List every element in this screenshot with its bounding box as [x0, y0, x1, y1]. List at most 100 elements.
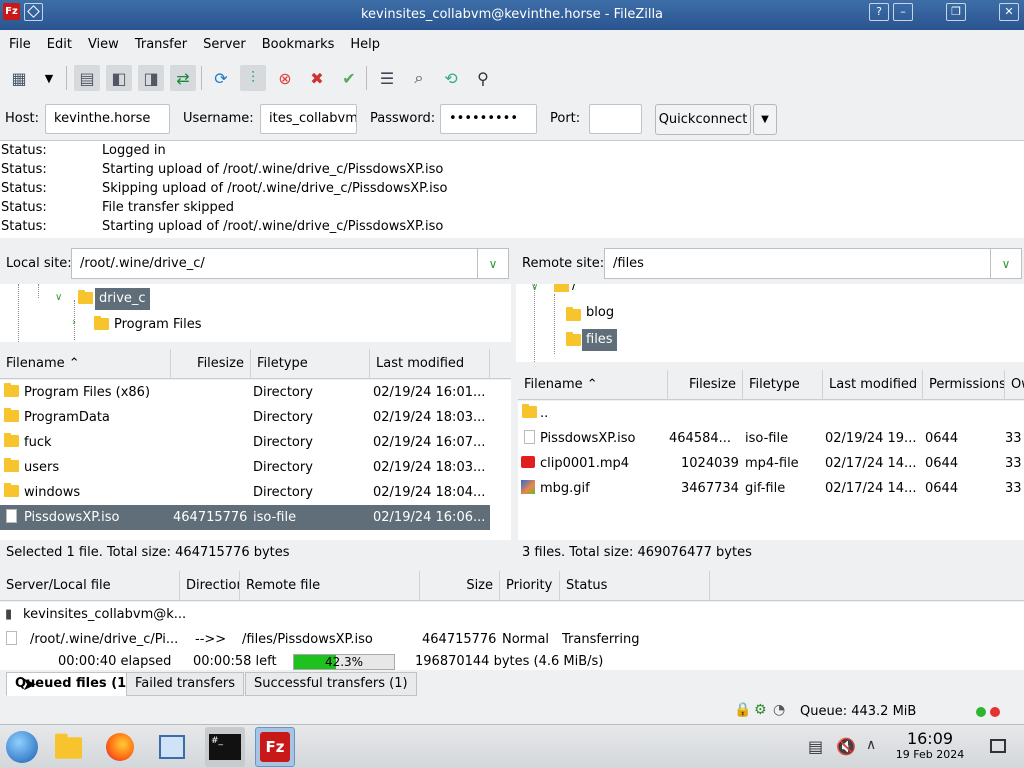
transfer-queue-list[interactable]: ▮ kevinsites_collabvm@k... /root/.wine/dr…: [0, 602, 1024, 670]
username-input[interactable]: ites_collabvm: [260, 104, 357, 134]
directory-filters-icon[interactable]: ☰: [374, 65, 400, 91]
menu-bookmarks[interactable]: Bookmarks: [262, 37, 335, 52]
list-item[interactable]: windows Directory 02/19/24 18:04...: [0, 480, 490, 505]
list-item[interactable]: ..: [518, 401, 1024, 426]
list-item[interactable]: PissdowsXP.iso 464584... iso-file 02/19/24 …: [518, 426, 1024, 451]
local-site-dropdown-icon[interactable]: ∨: [477, 248, 509, 279]
start-button[interactable]: [2, 727, 42, 767]
local-directory-tree[interactable]: ∨ drive_c › Program Files: [0, 284, 511, 342]
menu-server[interactable]: Server: [203, 37, 246, 52]
column-permissions[interactable]: Permissions: [923, 370, 1005, 400]
toggle-local-tree-icon[interactable]: ◧: [106, 65, 132, 91]
list-item[interactable]: clip0001.mp4 1024039 mp4-file 02/17/24 14..…: [518, 451, 1024, 476]
disconnect-icon[interactable]: ✖: [304, 65, 330, 91]
remote-file-list-header: Filename ⌃ Filesize Filetype Last modifi…: [518, 370, 1024, 400]
message-log[interactable]: Status: Logged in Status: Starting upload …: [0, 140, 1024, 238]
process-queue-icon[interactable]: ⫶: [240, 65, 266, 91]
tree-item-program-files[interactable]: Program Files: [114, 317, 202, 332]
tab-failed-transfers[interactable]: Failed transfers: [126, 672, 244, 696]
column-last-modified[interactable]: Last modified: [823, 370, 923, 400]
column-server-local-file[interactable]: Server/Local file: [0, 571, 180, 601]
folder-icon: [4, 380, 19, 405]
toggle-remote-tree-icon[interactable]: ◨: [138, 65, 164, 91]
menu-transfer[interactable]: Transfer: [135, 37, 187, 52]
column-filesize[interactable]: Filesize: [668, 370, 743, 400]
synchronized-browsing-icon[interactable]: ⟲: [438, 65, 464, 91]
speed-limit-icon[interactable]: ⚙: [754, 702, 767, 718]
filezilla-taskbar-icon[interactable]: Fz: [255, 727, 295, 767]
toggle-transfer-queue-icon[interactable]: ⇄: [170, 65, 196, 91]
tree-item-root[interactable]: /: [572, 284, 576, 293]
refresh-icon[interactable]: ⟳: [208, 65, 234, 91]
clock-icon: ◔: [773, 702, 786, 718]
quickconnect-dropdown-icon[interactable]: ▼: [753, 104, 777, 135]
tree-expand-icon[interactable]: ›: [72, 317, 76, 328]
port-input[interactable]: [589, 104, 642, 134]
column-status[interactable]: Status: [560, 571, 710, 601]
toggle-log-icon[interactable]: ▤: [74, 65, 100, 91]
site-manager-icon[interactable]: ▦: [6, 65, 32, 91]
maximize-button[interactable]: ❐: [946, 3, 966, 21]
clock-date[interactable]: 19 Feb 2024: [884, 748, 976, 761]
menu-file[interactable]: File: [9, 37, 31, 52]
queue-transfer-row[interactable]: /root/.wine/drive_c/Pi... -->>/files/Piss…: [0, 627, 1024, 652]
column-filesize[interactable]: Filesize: [171, 349, 251, 379]
file-icon: [6, 627, 17, 652]
remote-file-list[interactable]: .. PissdowsXP.iso 464584... iso-file 02/19/…: [518, 401, 1024, 540]
minimize-button[interactable]: –: [893, 3, 913, 21]
column-priority[interactable]: Priority: [500, 571, 560, 601]
queue-server-row[interactable]: ▮ kevinsites_collabvm@k...: [0, 602, 1024, 627]
clock-time[interactable]: 16:09: [890, 729, 970, 748]
list-item[interactable]: mbg.gif 3467734 gif-file 02/17/24 14... 0644…: [518, 476, 1024, 501]
remote-status-text: 3 files. Total size: 469076477 bytes: [516, 540, 1024, 566]
menu-help[interactable]: Help: [350, 37, 380, 52]
firefox-icon[interactable]: [100, 727, 140, 767]
clipboard-icon[interactable]: ▤: [808, 737, 823, 756]
menu-edit[interactable]: Edit: [47, 37, 72, 52]
column-size[interactable]: Size: [420, 571, 500, 601]
password-input[interactable]: •••••••••: [440, 104, 537, 134]
column-direction[interactable]: Direction: [180, 571, 240, 601]
cancel-operation-icon[interactable]: ⊗: [272, 65, 298, 91]
search-remote-files-icon[interactable]: ⚲: [470, 65, 496, 91]
tab-successful-transfers[interactable]: Successful transfers (1): [245, 672, 417, 696]
chevron-up-icon[interactable]: ∧: [866, 737, 876, 753]
column-filetype[interactable]: Filetype: [251, 349, 370, 379]
list-item[interactable]: Program Files (x86) Directory 02/19/24 16:…: [0, 380, 490, 405]
toggle-comparison-icon[interactable]: ⌕: [406, 65, 432, 91]
list-item[interactable]: users Directory 02/19/24 18:03...: [0, 455, 490, 480]
tree-collapse-icon[interactable]: ∨: [55, 292, 62, 303]
control-panel-icon[interactable]: [152, 727, 192, 767]
terminal-icon[interactable]: #_: [205, 727, 245, 767]
help-title-icon[interactable]: ?: [869, 3, 889, 21]
show-desktop-icon[interactable]: [990, 739, 1006, 753]
column-filename[interactable]: Filename ⌃: [518, 370, 668, 400]
tree-item-files[interactable]: files: [582, 329, 617, 351]
reconnect-icon[interactable]: ✔: [336, 65, 362, 91]
volume-muted-icon[interactable]: 🔇: [836, 737, 856, 756]
list-item[interactable]: fuck Directory 02/19/24 16:07...: [0, 430, 490, 455]
remote-site-path-input[interactable]: /files: [604, 248, 992, 279]
column-remote-file[interactable]: Remote file: [240, 571, 420, 601]
tree-item-drive-c[interactable]: drive_c: [95, 288, 150, 310]
local-file-list[interactable]: Program Files (x86) Directory 02/19/24 16:…: [0, 380, 511, 540]
remote-directory-tree[interactable]: ∨ / blog files: [516, 284, 1024, 362]
list-item[interactable]: ProgramData Directory 02/19/24 18:03...: [0, 405, 490, 430]
server-icon: ▮: [5, 607, 13, 622]
list-item-selected[interactable]: PissdowsXP.iso 464715776 iso-file 02/19/24 …: [0, 505, 490, 530]
site-manager-dropdown-icon[interactable]: ▼: [36, 65, 62, 91]
column-last-modified[interactable]: Last modified: [370, 349, 490, 379]
tree-collapse-icon[interactable]: ∨: [531, 284, 538, 293]
remote-site-dropdown-icon[interactable]: ∨: [990, 248, 1022, 279]
file-manager-icon[interactable]: [48, 727, 88, 767]
quickconnect-button[interactable]: Quickconnect: [655, 104, 751, 135]
column-owner[interactable]: Ow: [1005, 370, 1024, 400]
close-button[interactable]: ✕: [999, 3, 1019, 21]
column-filetype[interactable]: Filetype: [743, 370, 823, 400]
column-filename[interactable]: Filename ⌃: [0, 349, 171, 379]
local-site-path-input[interactable]: /root/.wine/drive_c/: [71, 248, 479, 279]
host-input[interactable]: kevinthe.horse: [45, 104, 170, 134]
tree-item-blog[interactable]: blog: [586, 305, 614, 320]
queue-size-label: Queue: 443.2 MiB: [800, 704, 917, 719]
menu-view[interactable]: View: [88, 37, 119, 52]
